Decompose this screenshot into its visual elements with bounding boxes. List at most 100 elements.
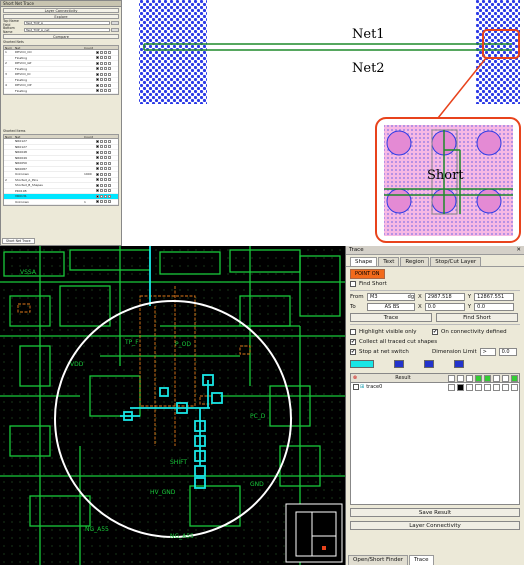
row-toggle[interactable]: [104, 145, 107, 149]
result-cell[interactable]: [484, 384, 491, 391]
row-toggle[interactable]: [108, 50, 111, 54]
row-toggle[interactable]: [96, 167, 99, 171]
row-toggle[interactable]: [108, 145, 111, 149]
row-toggle[interactable]: [104, 56, 107, 60]
top-name-input[interactable]: Test_TOP_A: [24, 21, 110, 25]
table-row[interactable]: Unknown 1: [4, 200, 118, 205]
row-toggle[interactable]: [96, 194, 99, 198]
row-toggle[interactable]: [108, 189, 111, 193]
row-toggle[interactable]: [104, 150, 107, 154]
row-toggle[interactable]: [104, 50, 107, 54]
row-toggle[interactable]: [108, 139, 111, 143]
row-toggle[interactable]: [100, 150, 103, 154]
row-toggle[interactable]: [108, 172, 111, 176]
row-toggle[interactable]: [104, 194, 107, 198]
overview-thumbnail[interactable]: [285, 503, 343, 563]
to-y-input[interactable]: 0.0: [474, 303, 515, 311]
layer-connectivity-button[interactable]: Layer Connectivity: [350, 521, 520, 530]
row-toggle[interactable]: [96, 67, 99, 71]
row-toggle[interactable]: [96, 183, 99, 187]
row-toggle[interactable]: [108, 150, 111, 154]
row-toggle[interactable]: [100, 56, 103, 60]
point-on-button[interactable]: POINT ON: [350, 269, 385, 279]
row-toggle[interactable]: [100, 139, 103, 143]
result-row[interactable]: ⊞ trace0: [351, 383, 519, 392]
layout-canvas[interactable]: VSSA VDD TP_F P_OD HV_GND NG_A55 NG_A55 SHIFT GN…: [0, 246, 345, 565]
row-toggle[interactable]: [100, 200, 103, 204]
result-cell[interactable]: [466, 384, 473, 391]
bottom-name-browse-button[interactable]: [111, 28, 119, 32]
row-toggle[interactable]: [96, 161, 99, 165]
row-toggle[interactable]: [108, 61, 111, 65]
row-toggle[interactable]: [108, 161, 111, 165]
row-toggle[interactable]: [100, 183, 103, 187]
result-cell[interactable]: [448, 384, 455, 391]
find-short-button[interactable]: Find Short: [436, 312, 518, 322]
row-toggle[interactable]: [104, 189, 107, 193]
row-toggle[interactable]: [104, 172, 107, 176]
collect-traced-checkbox[interactable]: ✔: [350, 339, 356, 345]
row-toggle[interactable]: [100, 156, 103, 160]
result-cell[interactable]: [475, 384, 482, 391]
row-toggle[interactable]: [100, 72, 103, 76]
compare-button[interactable]: Compare: [3, 34, 119, 39]
bottom-name-input[interactable]: Test_TOP_A_net: [24, 28, 110, 32]
from-layer-select[interactable]: M3 dg: [367, 293, 415, 301]
close-icon[interactable]: ✕: [516, 246, 521, 254]
row-toggle[interactable]: [96, 61, 99, 65]
tab-text[interactable]: Text: [378, 257, 400, 266]
row-toggle[interactable]: [100, 78, 103, 82]
tab-shape[interactable]: Shape: [350, 257, 378, 266]
to-x-input[interactable]: 0.0: [424, 303, 465, 311]
row-toggle[interactable]: [96, 156, 99, 160]
row-toggle[interactable]: [108, 78, 111, 82]
row-toggle[interactable]: [100, 172, 103, 176]
row-toggle[interactable]: [100, 145, 103, 149]
dimension-op-select[interactable]: >: [479, 348, 496, 356]
result-cell[interactable]: [457, 384, 464, 391]
row-toggle[interactable]: [100, 83, 103, 87]
color-swatch-cyan[interactable]: [350, 360, 374, 368]
row-toggle[interactable]: [96, 178, 99, 182]
row-toggle[interactable]: [104, 72, 107, 76]
row-toggle[interactable]: [96, 56, 99, 60]
table-row[interactable]: Floating: [4, 89, 118, 94]
row-toggle[interactable]: [108, 83, 111, 87]
row-toggle[interactable]: [100, 89, 103, 93]
row-toggle[interactable]: [108, 194, 111, 198]
row-toggle[interactable]: [108, 67, 111, 71]
row-toggle[interactable]: [100, 167, 103, 171]
bottom-tab[interactable]: Short Net Trace: [2, 238, 35, 244]
row-toggle[interactable]: [104, 61, 107, 65]
row-toggle[interactable]: [104, 178, 107, 182]
save-result-button[interactable]: Save Result: [350, 508, 520, 517]
row-toggle[interactable]: [108, 183, 111, 187]
row-toggle[interactable]: [108, 178, 111, 182]
row-toggle[interactable]: [96, 50, 99, 54]
trace-button[interactable]: Trace: [350, 312, 432, 322]
row-toggle[interactable]: [104, 139, 107, 143]
row-toggle[interactable]: [100, 67, 103, 71]
row-toggle[interactable]: [96, 89, 99, 93]
row-toggle[interactable]: [104, 161, 107, 165]
find-short-checkbox[interactable]: [350, 281, 356, 287]
top-name-browse-button[interactable]: [111, 21, 119, 25]
result-cell[interactable]: [493, 384, 500, 391]
row-toggle[interactable]: [96, 150, 99, 154]
row-toggle[interactable]: [108, 200, 111, 204]
row-toggle[interactable]: [96, 189, 99, 193]
result-checkbox[interactable]: [353, 384, 359, 390]
row-toggle[interactable]: [104, 156, 107, 160]
tab-region[interactable]: Region: [400, 257, 430, 266]
from-x-input[interactable]: 2987.518: [424, 293, 465, 301]
to-layer-select[interactable]: AS BS: [367, 303, 415, 311]
row-toggle[interactable]: [100, 178, 103, 182]
color-swatch-blue[interactable]: [394, 360, 404, 368]
tab-stop-cut-layer[interactable]: Stop/Cut Layer: [430, 257, 482, 266]
row-toggle[interactable]: [100, 194, 103, 198]
row-toggle[interactable]: [104, 200, 107, 204]
row-toggle[interactable]: [108, 89, 111, 93]
row-toggle[interactable]: [104, 78, 107, 82]
row-toggle[interactable]: [96, 83, 99, 87]
row-toggle[interactable]: [108, 72, 111, 76]
